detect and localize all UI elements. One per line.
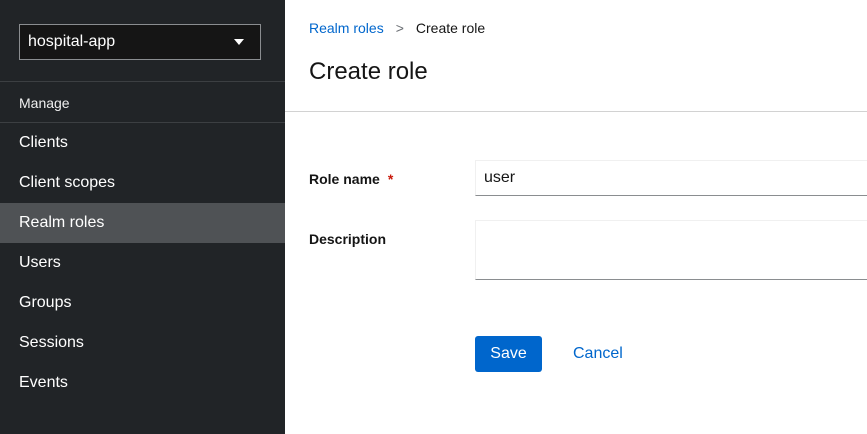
- sidebar-item-sessions[interactable]: Sessions: [0, 323, 285, 363]
- description-textarea[interactable]: [475, 220, 867, 280]
- sidebar-item-users[interactable]: Users: [0, 243, 285, 283]
- sidebar-nav: Clients Client scopes Realm roles Users …: [0, 123, 285, 403]
- required-marker: *: [387, 171, 394, 187]
- sidebar-item-realm-roles[interactable]: Realm roles: [0, 203, 285, 243]
- description-label: Description: [309, 231, 387, 247]
- caret-down-icon: [234, 39, 244, 45]
- role-name-input[interactable]: [475, 160, 867, 196]
- breadcrumb-realm-roles-link[interactable]: Realm roles: [309, 20, 384, 36]
- breadcrumb-separator-icon: >: [395, 20, 404, 36]
- breadcrumb: Realm roles > Create role: [309, 20, 485, 36]
- sidebar-item-groups[interactable]: Groups: [0, 283, 285, 323]
- nav-section-title: Manage: [19, 95, 70, 111]
- header-divider: [285, 111, 867, 112]
- breadcrumb-current: Create role: [415, 20, 486, 36]
- role-name-label: Role name *: [309, 171, 393, 187]
- sidebar: hospital-app Manage Clients Client scope…: [0, 0, 285, 434]
- save-button[interactable]: Save: [475, 336, 542, 372]
- realm-selector-value: hospital-app: [28, 33, 116, 50]
- sidebar-item-client-scopes[interactable]: Client scopes: [0, 163, 285, 203]
- role-name-label-text: Role name: [309, 171, 380, 187]
- page-title: Create role: [309, 58, 428, 85]
- sidebar-item-clients[interactable]: Clients: [0, 123, 285, 163]
- main-content: Realm roles > Create role Create role Ro…: [285, 0, 867, 434]
- sidebar-divider: [0, 81, 285, 82]
- realm-selector[interactable]: hospital-app: [19, 24, 261, 60]
- sidebar-item-events[interactable]: Events: [0, 363, 285, 403]
- cancel-button[interactable]: Cancel: [555, 336, 641, 372]
